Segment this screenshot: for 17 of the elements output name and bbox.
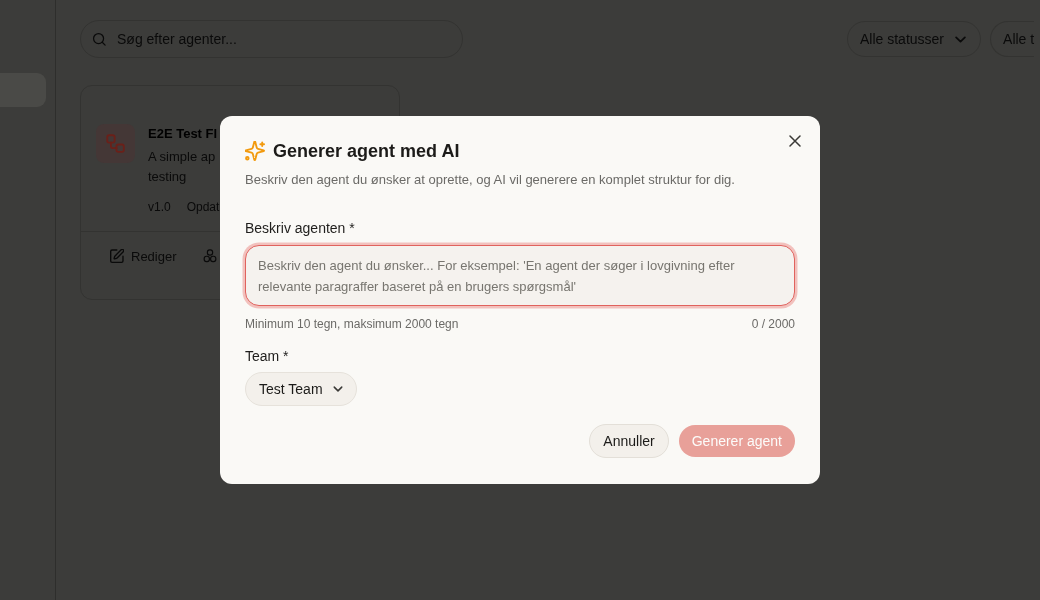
sparkles-icon <box>245 141 265 161</box>
pen-square-icon <box>110 249 124 263</box>
linked-squares-icon <box>96 124 135 163</box>
field-label: Beskriv agenten * <box>245 219 356 238</box>
team-select[interactable]: Test Team <box>245 372 357 406</box>
search-icon <box>92 32 107 47</box>
chevron-down-icon <box>332 386 343 392</box>
cancel-button[interactable]: Annuller <box>589 424 669 458</box>
chevron-down-icon <box>955 35 967 43</box>
dialog-title: Generer agent med AI <box>273 140 460 162</box>
dialog-subtitle: Beskriv den agent du ønsker at oprette, og AI vil generere en komplet struktur for dig. <box>245 171 736 189</box>
agent-title: E2E Test Fl <box>148 125 219 143</box>
character-counter: 0 / 2000 <box>751 316 795 332</box>
field-label: Team * <box>245 347 290 366</box>
field-hint: Minimum 10 tegn, maksimum 2000 tegn <box>245 316 459 332</box>
close-icon[interactable] <box>789 135 801 147</box>
description-textarea[interactable]: Beskriv den agent du ønsker... For eksempel: 'En agent der søger i lovgivning efter relevante paragraffer baseret på en brugers spørgsmål' <box>245 245 795 306</box>
